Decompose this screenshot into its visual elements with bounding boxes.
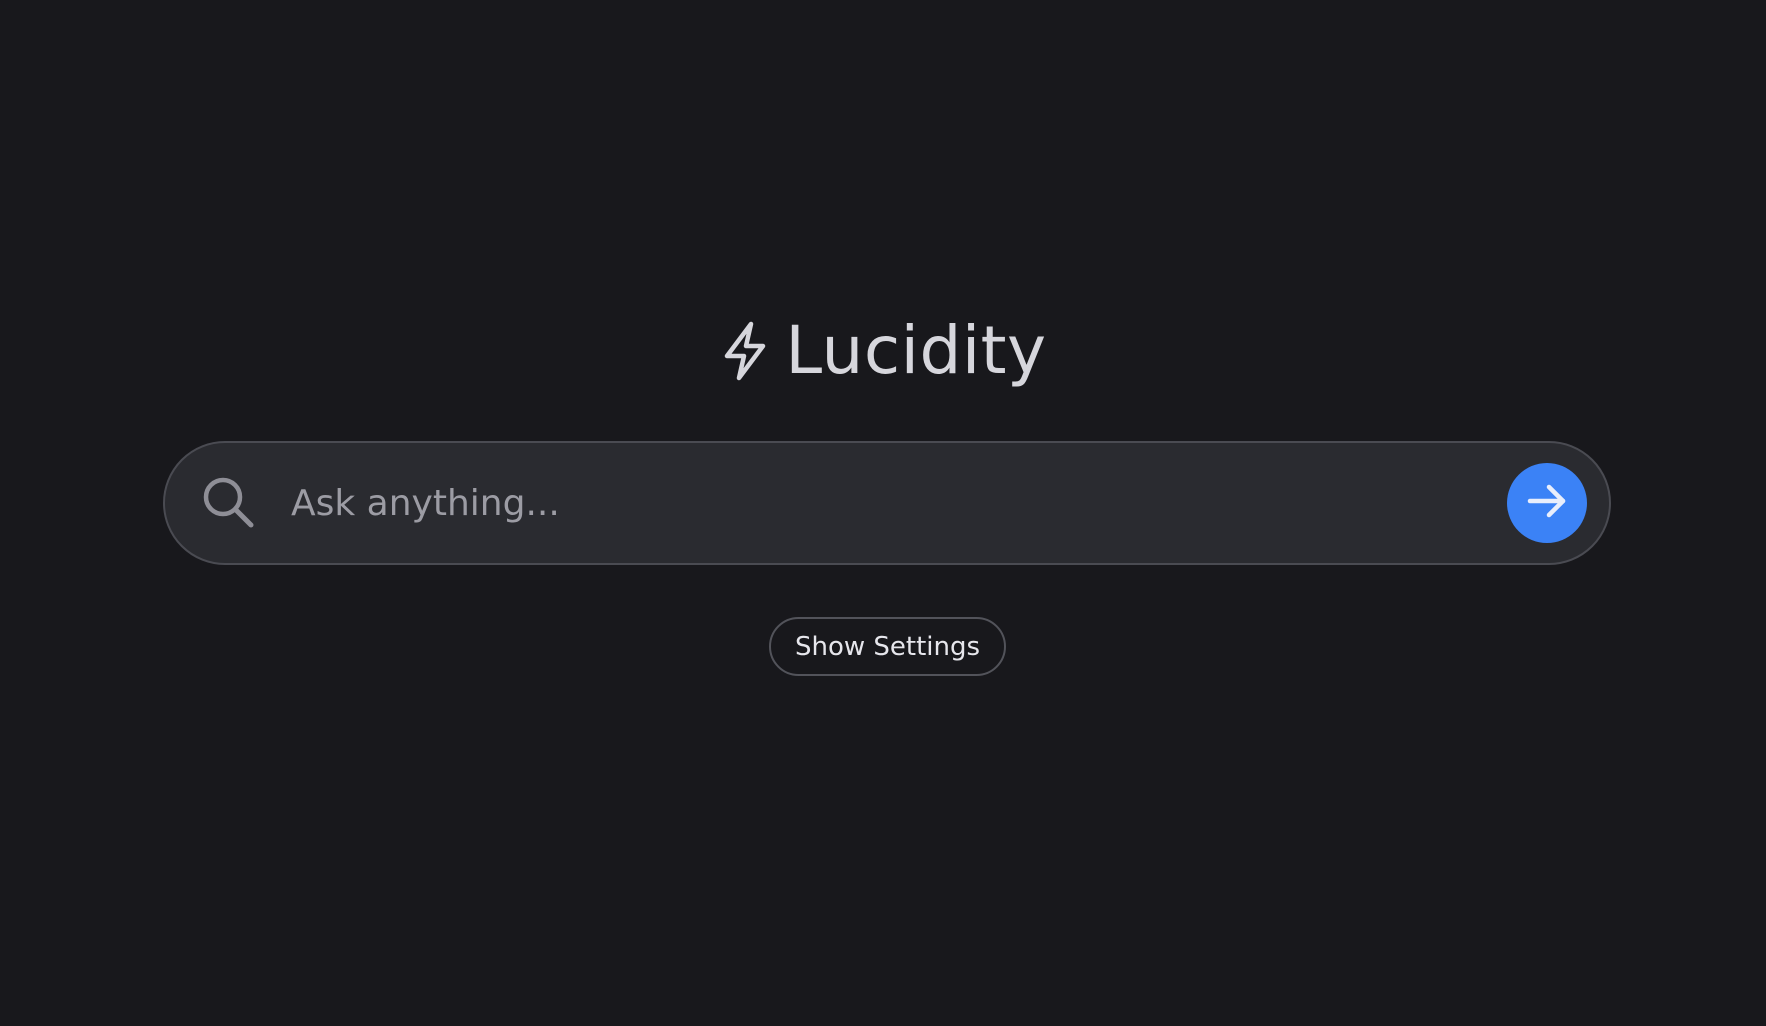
search-bar <box>163 441 1611 565</box>
app-root: Lucidity Show Settings <box>0 0 1766 1026</box>
search-icon <box>199 473 259 533</box>
arrow-right-icon <box>1524 478 1570 528</box>
show-settings-button[interactable]: Show Settings <box>769 617 1006 676</box>
search-input[interactable] <box>289 467 1507 539</box>
brand-header: Lucidity <box>0 306 1766 396</box>
lightning-bolt-icon <box>719 319 771 383</box>
app-title: Lucidity <box>785 312 1047 389</box>
submit-button[interactable] <box>1507 463 1587 543</box>
